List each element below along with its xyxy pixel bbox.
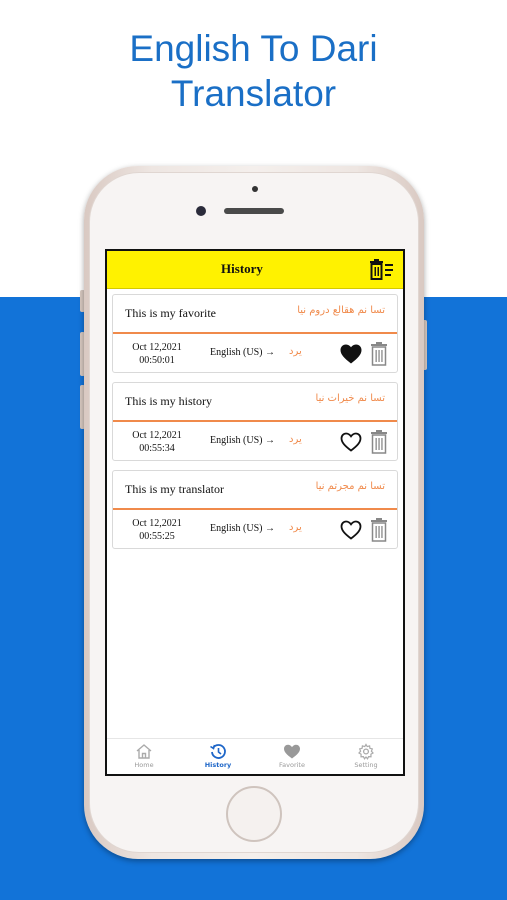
- app-screen: History This is my favorite تسا نم هقالع…: [105, 249, 405, 776]
- source-text: This is my history: [125, 394, 213, 408]
- tab-favorite[interactable]: Favorite: [255, 741, 329, 773]
- history-icon: [210, 744, 226, 759]
- entry-time: 00:55:34: [139, 443, 175, 454]
- source-language: English (US) →: [210, 523, 275, 534]
- earpiece-speaker: [224, 208, 284, 214]
- tab-label: History: [204, 761, 232, 769]
- history-card-text-row: This is my translator تسا نم مجرتم نیا: [113, 471, 397, 510]
- screen-title: History: [221, 261, 263, 276]
- target-language: یرد: [289, 346, 302, 357]
- bottom-tab-bar: Home History Favorite Setting: [107, 738, 403, 774]
- trash-icon: [371, 342, 387, 366]
- entry-timestamp: Oct 12,2021 00:50:01: [121, 341, 193, 367]
- tab-setting[interactable]: Setting: [329, 741, 403, 773]
- tab-label: Home: [134, 761, 154, 769]
- home-hardware-button[interactable]: [226, 786, 282, 842]
- page-headline: English To Dari Translator: [0, 26, 507, 116]
- headline-line-1: English To Dari: [129, 28, 378, 69]
- favorite-button[interactable]: [339, 430, 363, 454]
- entry-time: 00:55:25: [139, 531, 175, 542]
- trash-icon: [371, 518, 387, 542]
- delete-button[interactable]: [370, 429, 388, 455]
- history-card[interactable]: This is my history تسا نم خیرات نیا Oct …: [112, 382, 398, 461]
- source-language: English (US) →: [210, 435, 275, 446]
- favorite-button[interactable]: [339, 518, 363, 542]
- gear-icon: [358, 743, 374, 760]
- entry-time: 00:50:01: [139, 355, 175, 366]
- history-card-text-row: This is my history تسا نم خیرات نیا: [113, 383, 397, 422]
- entry-timestamp: Oct 12,2021 00:55:34: [121, 429, 193, 455]
- entry-date: Oct 12,2021: [132, 342, 182, 353]
- tab-history[interactable]: History: [181, 741, 255, 773]
- delete-button[interactable]: [370, 341, 388, 367]
- history-card-text-row: This is my favorite تسا نم هقالع دروم نی…: [113, 295, 397, 334]
- heart-outline-icon: [340, 432, 362, 452]
- headline-line-2: Translator: [170, 73, 337, 114]
- translated-text: تسا نم هقالع دروم نیا: [297, 305, 385, 316]
- history-card[interactable]: This is my favorite تسا نم هقالع دروم نی…: [112, 294, 398, 373]
- clear-list-icon: [370, 259, 393, 280]
- heart-icon: [284, 744, 300, 759]
- heart-filled-icon: [340, 344, 362, 364]
- source-text: This is my favorite: [125, 306, 216, 320]
- tab-label: Setting: [354, 761, 378, 769]
- entry-date: Oct 12,2021: [132, 430, 182, 441]
- tab-label: Favorite: [279, 761, 305, 769]
- source-text: This is my translator: [125, 482, 224, 496]
- entry-timestamp: Oct 12,2021 00:55:25: [121, 517, 193, 543]
- clear-history-button[interactable]: [369, 259, 395, 281]
- favorite-button[interactable]: [339, 342, 363, 366]
- target-language: یرد: [289, 434, 302, 445]
- top-bar: History: [107, 251, 403, 289]
- front-camera: [196, 206, 206, 216]
- heart-outline-icon: [340, 520, 362, 540]
- translated-text: تسا نم خیرات نیا: [315, 393, 385, 404]
- history-card[interactable]: This is my translator تسا نم مجرتم نیا O…: [112, 470, 398, 549]
- proximity-sensor: [252, 186, 258, 192]
- target-language: یرد: [289, 522, 302, 533]
- source-language: English (US) →: [210, 347, 275, 358]
- trash-icon: [371, 430, 387, 454]
- home-icon: [136, 744, 152, 759]
- delete-button[interactable]: [370, 517, 388, 543]
- entry-date: Oct 12,2021: [132, 518, 182, 529]
- tab-home[interactable]: Home: [107, 741, 181, 773]
- translated-text: تسا نم مجرتم نیا: [315, 481, 385, 492]
